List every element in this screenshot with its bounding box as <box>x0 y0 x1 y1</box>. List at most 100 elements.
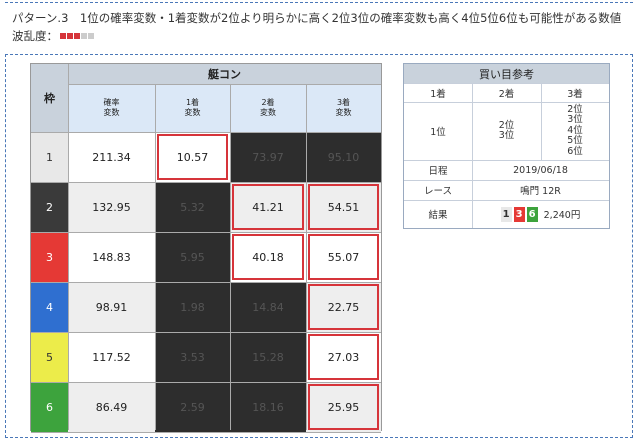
panel-line <box>472 160 473 228</box>
column-header-line: 3着 <box>336 97 351 107</box>
frame-number-cell: 5 <box>31 332 68 382</box>
result-boat-badge: 3 <box>513 206 525 222</box>
value-cell: 117.52 <box>68 332 155 382</box>
boat-con-title: 艇コン <box>68 64 381 84</box>
grid-line <box>31 182 381 183</box>
volatility-pip <box>60 33 66 39</box>
value-cell: 211.34 <box>68 132 155 182</box>
result-value: 1 3 6 2,240円 <box>472 200 609 228</box>
payout-amount: 2,240円 <box>543 210 581 221</box>
column-header-label: 1着 変数 <box>185 98 201 119</box>
date-value: 2019/06/18 <box>513 164 568 176</box>
frame-column-header: 枠 <box>31 64 68 132</box>
grid-line <box>31 282 381 283</box>
value-cell: 3.53 <box>155 332 230 382</box>
value-cell: 2.59 <box>155 382 230 432</box>
bet-reference-title: 買い目参考 <box>404 64 609 83</box>
value-cell: 148.83 <box>68 232 155 282</box>
volatility-row: 波乱度： <box>12 28 94 44</box>
second-place-header: 2着 <box>498 88 515 100</box>
third-place-header: 3着 <box>567 88 583 100</box>
panel-line <box>472 83 473 160</box>
panel-line <box>541 83 542 160</box>
volatility-pip <box>74 33 80 39</box>
date-label: 日程 <box>428 166 448 177</box>
panel-line <box>404 83 609 84</box>
column-header-label: 2着 変数 <box>260 98 276 119</box>
value-cell: 5.95 <box>155 232 230 282</box>
column-header-label: 確率 変数 <box>104 98 120 119</box>
column-header: 1着 変数 <box>155 84 230 132</box>
third-place-cell: 2位 3位 4位 5位 6位 <box>541 102 609 160</box>
race-value: 鳴門 12R <box>520 186 561 197</box>
frame-number-cell: 6 <box>31 382 68 432</box>
first-place-pick: 1位 <box>430 127 446 138</box>
column-header: 3着 変数 <box>306 84 381 132</box>
value-cell: 5.32 <box>155 182 230 232</box>
grid-line <box>31 382 381 383</box>
column-header: 2着 変数 <box>230 84 306 132</box>
grid-line <box>31 132 381 133</box>
second-place-cell: 2位 3位 <box>472 102 541 160</box>
panel-line <box>404 160 609 161</box>
value-cell: 98.91 <box>68 282 155 332</box>
first-place-header: 1着 <box>430 88 446 100</box>
panel-line <box>404 180 609 181</box>
column-header-line: 2着 <box>261 97 275 107</box>
boat-con-table: 枠艇コン 確率 変数 1着 変数 2着 変数 3着 変数 1 211.34 10.57 73.97 95.… <box>30 63 382 433</box>
grid-line <box>31 232 381 233</box>
grid-line <box>68 84 381 85</box>
value-cell: 15.28 <box>230 332 306 382</box>
value-cell: 18.16 <box>230 382 306 432</box>
value-cell: 86.49 <box>68 382 155 432</box>
result-label: 結果 <box>428 210 448 221</box>
volatility-pip <box>67 33 73 39</box>
pick-item: 3位 <box>498 130 515 141</box>
volatility-pip <box>81 33 87 39</box>
highlight-box <box>232 184 304 230</box>
second-place-picks: 2位 3位 <box>498 120 515 142</box>
frame-number-cell: 2 <box>31 182 68 232</box>
grid-line <box>155 84 156 430</box>
value-cell: 1.98 <box>155 282 230 332</box>
result-boat-badge: 1 <box>500 206 512 222</box>
column-header-line: 変数 <box>260 108 276 117</box>
third-place-picks: 2位 3位 4位 5位 6位 <box>567 104 583 158</box>
column-header-line: 変数 <box>103 108 120 117</box>
volatility-pip <box>88 33 94 39</box>
frame-number-cell: 4 <box>31 282 68 332</box>
pick-item: 6位 <box>567 145 583 157</box>
race-label: レース <box>423 186 453 197</box>
highlight-box <box>157 134 228 180</box>
value-cell: 73.97 <box>230 132 306 182</box>
column-header-line: 確率 <box>103 97 120 107</box>
result-boat-badge: 6 <box>526 206 538 222</box>
highlight-box <box>308 184 379 230</box>
grid-line <box>31 432 381 433</box>
bet-reference-panel: 買い目参考 1着 2着 3着 1位 2位 3位 2位 3位 4位 5位 6位日程 2019/06/18… <box>403 63 610 229</box>
volatility-meter <box>60 33 94 39</box>
frame-number-cell: 1 <box>31 132 68 182</box>
panel-line <box>404 200 609 201</box>
grid-line <box>31 332 381 333</box>
panel-line <box>404 102 609 103</box>
pattern-header: パターン.3 1位の確率変数・1着変数が2位より明らかに高く2位3位の確率変数も… <box>0 0 640 52</box>
value-cell: 132.95 <box>68 182 155 232</box>
highlight-box <box>308 334 379 380</box>
value-cell: 14.84 <box>230 282 306 332</box>
highlight-box <box>232 234 304 280</box>
grid-line <box>306 84 307 430</box>
highlight-box <box>308 234 379 280</box>
grid-line <box>230 84 231 430</box>
column-header-line: 1着 <box>185 97 200 107</box>
highlight-box <box>308 384 379 430</box>
column-header: 確率 変数 <box>68 84 155 132</box>
grid-line <box>68 64 69 430</box>
value-cell: 95.10 <box>306 132 381 182</box>
volatility-label: 波乱度： <box>12 29 58 43</box>
highlight-box <box>308 284 379 330</box>
column-header-line: 変数 <box>335 108 352 117</box>
frame-number-cell: 3 <box>31 232 68 282</box>
column-header-line: 変数 <box>184 108 201 117</box>
pattern-description: パターン.3 1位の確率変数・1着変数が2位より明らかに高く2位3位の確率変数も… <box>12 11 622 25</box>
